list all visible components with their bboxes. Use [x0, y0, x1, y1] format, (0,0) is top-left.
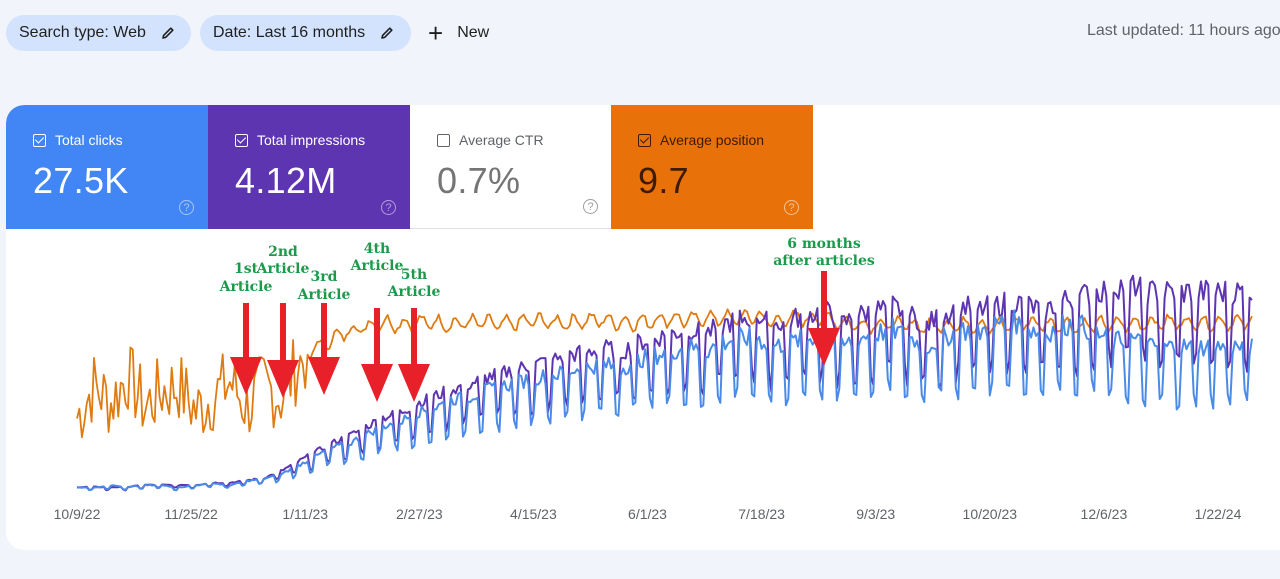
annotation-label: Article: [256, 261, 310, 277]
annotation-label: Article: [350, 258, 404, 274]
performance-chart: 1stArticle2ndArticle 3rdArticle4thArticle…: [54, 236, 1253, 522]
x-tick-label: 1/22/24: [1195, 506, 1242, 522]
annotation-label: Article: [219, 279, 273, 295]
x-tick-label: 10/9/22: [54, 506, 101, 522]
date-range-chip[interactable]: Date: Last 16 months: [200, 15, 411, 51]
annotation-label: after articles: [773, 253, 875, 269]
annotation-labels: 1stArticle2ndArticle 3rdArticle4thArticle…: [219, 236, 875, 303]
annotation-label: 3rd: [311, 269, 338, 285]
annotation-label: 5th: [401, 267, 427, 283]
annotation-label: 6 months: [787, 236, 861, 252]
red-arrow-icon: [230, 303, 262, 395]
x-tick-label: 7/18/23: [738, 506, 785, 522]
performance-panel: Total clicks 27.5K ? Total impressions 4…: [6, 105, 1280, 550]
pencil-icon[interactable]: [379, 25, 395, 41]
pencil-icon[interactable]: [160, 25, 176, 41]
x-tick-label: 2/27/23: [396, 506, 443, 522]
last-updated-text: Last updated: 11 hours ago: [1087, 22, 1280, 39]
x-axis-ticks: 10/9/22 11/25/22 1/11/23 2/27/23 4/15/23 6/1/…: [54, 506, 1242, 522]
x-tick-label: 6/1/23: [628, 506, 667, 522]
filter-bar: Search type: Web Date: Last 16 months + …: [0, 0, 1280, 66]
annotation-label: Article: [387, 284, 441, 300]
annotation-label: 2nd: [268, 244, 298, 260]
x-tick-label: 9/3/23: [856, 506, 895, 522]
annotation-label: 4th: [364, 241, 390, 257]
annotation-label: 1st: [234, 261, 259, 277]
date-range-label: Date: Last 16 months: [213, 24, 366, 41]
red-arrow-icon: [308, 303, 340, 395]
search-type-chip[interactable]: Search type: Web: [6, 15, 191, 51]
plus-icon: +: [428, 18, 444, 48]
x-tick-label: 1/11/23: [282, 506, 328, 522]
x-tick-label: 12/6/23: [1081, 506, 1128, 522]
x-tick-label: 4/15/23: [510, 506, 557, 522]
x-tick-label: 10/20/23: [963, 506, 1018, 522]
annotation-label: Article: [297, 287, 351, 303]
search-type-label: Search type: Web: [19, 24, 146, 41]
red-arrow-icon: [361, 308, 393, 402]
new-filter-label: New: [457, 24, 490, 41]
x-tick-label: 11/25/22: [164, 506, 218, 522]
new-filter-button[interactable]: + New: [428, 15, 489, 51]
series-lines: [76, 274, 1253, 492]
